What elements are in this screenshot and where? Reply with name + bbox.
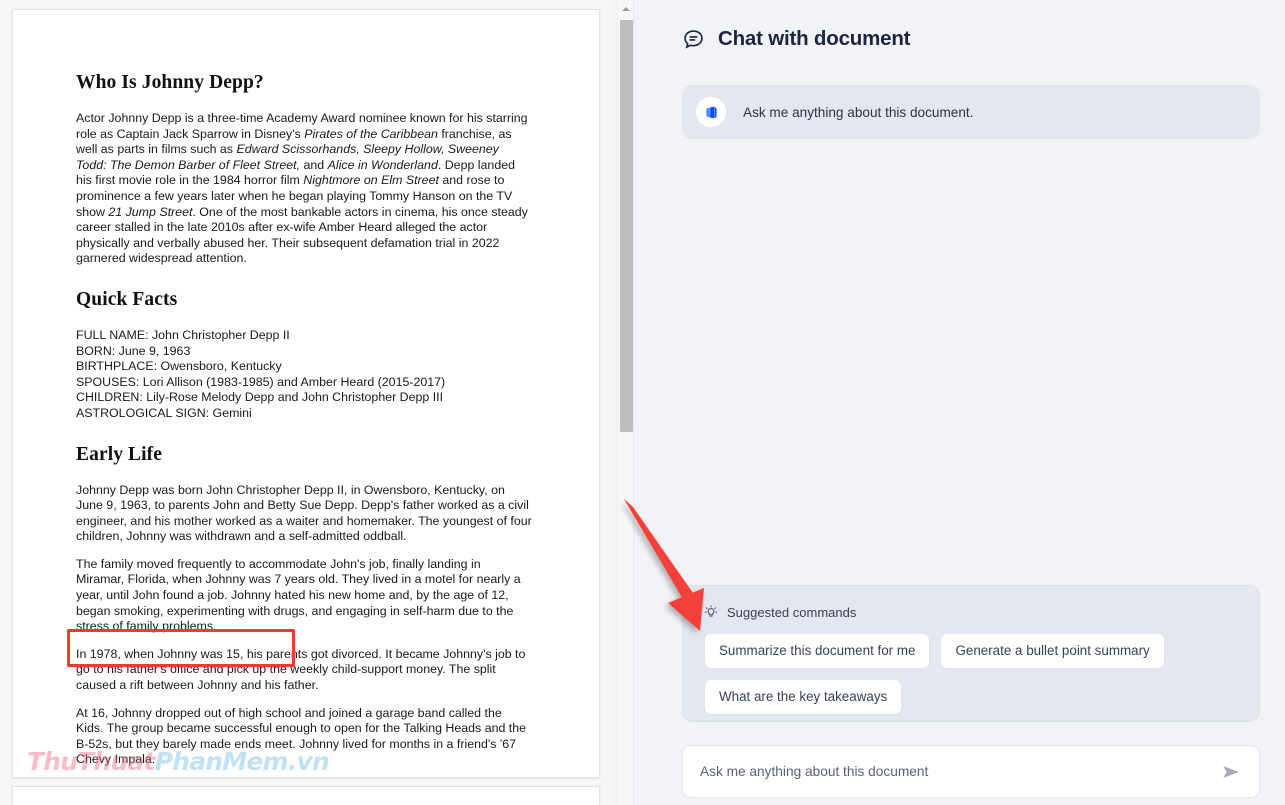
fact-astrological-sign: ASTROLOGICAL SIGN: Gemini: [76, 405, 252, 420]
chat-panel: Chat with document Ask me anything about…: [634, 0, 1285, 805]
scrollbar-thumb[interactable]: [620, 20, 633, 432]
lightbulb-icon: [704, 605, 718, 620]
suggested-command-chips: Summarize this document for me Generate …: [704, 633, 1240, 715]
chat-header: Chat with document: [682, 27, 910, 51]
fact-children: CHILDREN: Lily-Rose Melody Depp and John…: [76, 390, 444, 405]
suggested-commands-label: Suggested commands: [727, 605, 857, 620]
chat-input-field[interactable]: [700, 764, 1220, 779]
watermark-part-2: PhanMem.vn: [154, 747, 330, 776]
assistant-message: Ask me anything about this document.: [682, 85, 1260, 139]
document-page-2: [12, 786, 600, 805]
fact-spouses: SPOUSES: Lori Allison (1983-1985) and Am…: [76, 374, 446, 389]
send-arrow-icon[interactable]: [1220, 762, 1242, 782]
paragraph-early-life-2: The family moved frequently to accommoda…: [76, 556, 521, 634]
fact-birthplace: BIRTHPLACE: Owensboro, Kentucky: [76, 359, 282, 374]
page-title: Chat with document: [718, 27, 911, 50]
suggested-command-bullet-summary[interactable]: Generate a bullet point summary: [940, 633, 1165, 669]
heading-quick-facts: Quick Facts: [76, 288, 178, 310]
paragraph-early-life-1: Johnny Depp was born John Christopher De…: [76, 482, 532, 544]
assistant-message-text: Ask me anything about this document.: [743, 104, 974, 120]
scroll-up-arrow[interactable]: [618, 0, 634, 17]
heading-early-life: Early Life: [76, 443, 163, 465]
fact-born: BORN: June 9, 1963: [76, 343, 191, 358]
document-viewer[interactable]: Who Is Johnny Depp? Actor Johnny Depp is…: [0, 0, 612, 805]
fact-full-name: FULL NAME: John Christopher Depp II: [76, 327, 290, 342]
suggested-commands-header: Suggested commands: [704, 605, 856, 620]
site-watermark: ThuThuatPhanMem.vn: [27, 747, 330, 776]
suggested-command-summarize[interactable]: Summarize this document for me: [704, 633, 931, 669]
quick-facts-list: FULL NAME: John Christopher Depp II BORN…: [76, 328, 532, 422]
document-page-1: Who Is Johnny Depp? Actor Johnny Depp is…: [12, 9, 600, 778]
chat-input-bar[interactable]: [682, 745, 1260, 798]
paragraph-intro: Actor Johnny Depp is a three-time Academ…: [76, 111, 528, 266]
suggested-command-key-takeaways[interactable]: What are the key takeaways: [704, 679, 903, 715]
app-root: Who Is Johnny Depp? Actor Johnny Depp is…: [0, 0, 1285, 805]
assistant-logo-icon: [696, 97, 726, 127]
document-scrollbar[interactable]: [617, 0, 634, 805]
document-content: Who Is Johnny Depp? Actor Johnny Depp is…: [76, 72, 532, 780]
watermark-part-1: ThuThuat: [27, 747, 156, 776]
heading-who-is-johnny-depp: Who Is Johnny Depp?: [76, 72, 264, 93]
paragraph-early-life-3: In 1978, when Johnny was 15, his parents…: [76, 646, 526, 693]
suggested-commands-panel: Suggested commands Summarize this docume…: [682, 585, 1260, 722]
chat-bubble-icon: [682, 28, 705, 51]
